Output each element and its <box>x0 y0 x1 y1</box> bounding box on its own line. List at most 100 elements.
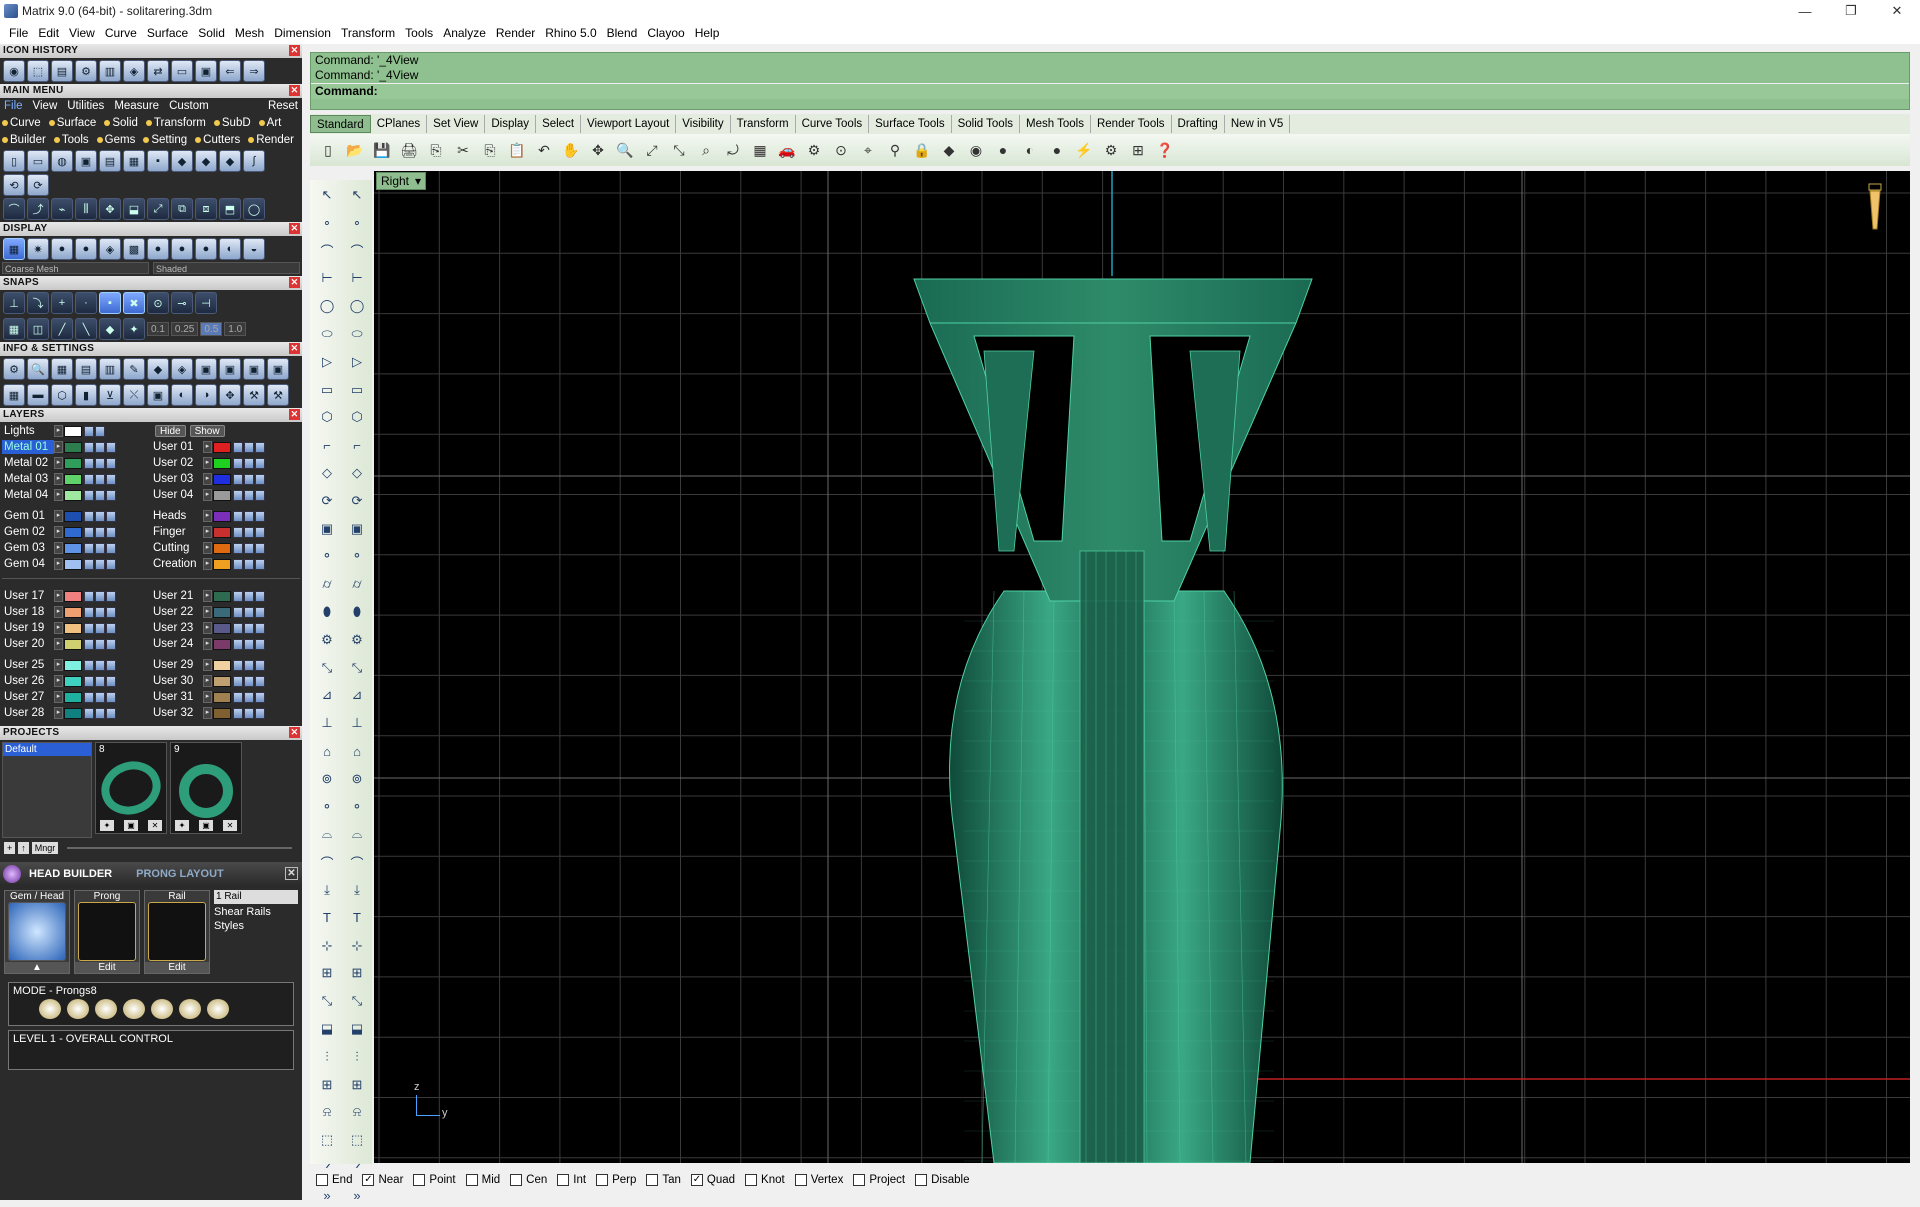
toolbar-tool-icon[interactable]: ⌕ <box>694 138 718 162</box>
osnap-int[interactable]: Int <box>557 1174 586 1186</box>
prong-cell[interactable]: Prong Edit <box>74 890 140 974</box>
tool-icon[interactable]: ⬡ <box>51 384 73 406</box>
layer-name[interactable]: User 01 <box>151 440 203 454</box>
layer-visibility-icon[interactable] <box>244 489 254 501</box>
layer-lock-icon[interactable] <box>233 510 243 522</box>
layer-visibility-icon[interactable] <box>95 441 105 453</box>
layer-select-icon[interactable] <box>106 590 116 602</box>
tool-icon[interactable]: ▣ <box>195 60 217 82</box>
layer-expand-icon[interactable]: ▸ <box>54 622 63 634</box>
layer-item[interactable]: User 25 ▸ <box>2 658 151 672</box>
tool-icon[interactable]: ● <box>195 238 217 260</box>
toolbar-tool-icon[interactable]: ▯ <box>316 138 340 162</box>
vertical-tool-icon[interactable]: ⌂ <box>316 740 338 762</box>
prong-layout-tab[interactable]: PRONG LAYOUT <box>136 868 224 880</box>
layer-color-swatch[interactable] <box>213 441 231 453</box>
layer-select-icon[interactable] <box>106 457 116 469</box>
menu-mesh[interactable]: Mesh <box>230 26 269 40</box>
tool-icon[interactable]: ◈ <box>99 238 121 260</box>
thumb-save-icon[interactable]: ▣ <box>199 820 213 831</box>
layer-visibility-icon[interactable] <box>95 691 105 703</box>
layer-visibility-icon[interactable] <box>244 606 254 618</box>
layer-select-icon[interactable] <box>255 510 265 522</box>
tool-icon[interactable]: ● <box>51 238 73 260</box>
project-default[interactable]: Default <box>3 743 91 756</box>
main-menu-item-solid[interactable]: Solid <box>104 117 138 129</box>
layer-lock-icon[interactable] <box>84 526 94 538</box>
layer-color-swatch[interactable] <box>64 622 82 634</box>
vertical-tool-icon[interactable]: ⬡ <box>316 406 338 428</box>
vertical-tool-icon[interactable]: ▣ <box>346 518 368 540</box>
vertical-tool-icon[interactable]: ⬚ <box>346 1129 368 1151</box>
vertical-tool-icon[interactable]: ⊥ <box>316 712 338 734</box>
layer-expand-icon[interactable]: ▸ <box>54 510 63 522</box>
layer-name[interactable]: User 24 <box>151 637 203 651</box>
main-menu-tab-custom[interactable]: Custom <box>169 100 209 112</box>
layer-expand-icon[interactable]: ▸ <box>203 659 212 671</box>
tool-icon[interactable]: ◯ <box>243 198 265 220</box>
layer-expand-icon[interactable]: ▸ <box>54 638 63 650</box>
layer-item[interactable]: User 26 ▸ <box>2 674 151 688</box>
menu-help[interactable]: Help <box>690 26 725 40</box>
layer-lock-icon[interactable] <box>84 457 94 469</box>
layer-item[interactable]: Gem 02 ▸ <box>2 525 151 539</box>
layer-item[interactable]: User 18 ▸ <box>2 605 151 619</box>
vertical-tool-icon[interactable]: ⊞ <box>346 962 368 984</box>
vertical-tool-icon[interactable]: ∘ <box>316 212 338 234</box>
close-icon[interactable]: ✕ <box>289 277 300 288</box>
layer-select-icon[interactable] <box>106 558 116 570</box>
tool-icon[interactable]: ⧉ <box>171 198 193 220</box>
layer-lock-icon[interactable] <box>84 638 94 650</box>
vertical-tool-icon[interactable]: ◯ <box>316 295 338 317</box>
layer-expand-icon[interactable]: ▸ <box>203 526 212 538</box>
layer-color-swatch[interactable] <box>213 638 231 650</box>
layer-expand-icon[interactable]: ▸ <box>203 691 212 703</box>
tool-icon[interactable]: ╲ <box>75 318 97 340</box>
vertical-tool-icon[interactable]: ▭ <box>316 379 338 401</box>
vertical-tool-icon[interactable]: T <box>346 907 368 929</box>
snap-value-0.1[interactable]: 0.1 <box>147 322 169 336</box>
tool-icon[interactable]: ▤ <box>51 60 73 82</box>
maximize-button[interactable]: ❐ <box>1828 0 1874 22</box>
tool-icon[interactable]: ▣ <box>243 358 265 380</box>
main-menu-tab-view[interactable]: View <box>33 100 58 112</box>
toolbar-tool-icon[interactable]: ⚡ <box>1072 138 1096 162</box>
layer-name[interactable]: User 29 <box>151 658 203 672</box>
tool-icon[interactable]: ⚒ <box>267 384 289 406</box>
layer-expand-icon[interactable]: ▸ <box>54 457 63 469</box>
thumb-delete-icon[interactable]: ✕ <box>223 820 237 831</box>
tool-icon[interactable]: ⤢ <box>147 198 169 220</box>
layer-lock-icon[interactable] <box>84 606 94 618</box>
layer-select-icon[interactable] <box>106 638 116 650</box>
layer-item[interactable]: Gem 01 ▸ <box>2 509 151 523</box>
close-icon[interactable]: ✕ <box>289 223 300 234</box>
tool-icon[interactable]: ⤬ <box>123 384 145 406</box>
layer-color-swatch[interactable] <box>213 473 231 485</box>
toolbar-tool-icon[interactable]: 🖨 <box>397 138 421 162</box>
tool-icon[interactable]: ⊥ <box>3 292 25 314</box>
vertical-tool-icon[interactable]: ◇ <box>346 462 368 484</box>
layer-color-swatch[interactable] <box>213 691 231 703</box>
hide-layers-button[interactable]: Hide <box>155 425 186 437</box>
rail-cell[interactable]: Rail Edit <box>144 890 210 974</box>
layer-lock-icon[interactable] <box>233 606 243 618</box>
layer-lock-icon[interactable] <box>233 457 243 469</box>
layer-item[interactable]: Gem 04 ▸ <box>2 557 151 571</box>
layer-expand-icon[interactable]: ▸ <box>203 558 212 570</box>
layer-color-swatch[interactable] <box>64 590 82 602</box>
tool-icon[interactable]: ▭ <box>27 150 49 172</box>
layer-name[interactable]: User 18 <box>2 605 54 619</box>
layer-color-swatch[interactable] <box>64 542 82 554</box>
toolbar-tool-icon[interactable]: ⤡ <box>667 138 691 162</box>
vertical-tool-icon[interactable]: ⤡ <box>346 990 368 1012</box>
layer-color-swatch[interactable] <box>213 510 231 522</box>
checkbox[interactable]: ✓ <box>362 1174 375 1186</box>
toolbar-tool-icon[interactable]: ● <box>991 138 1015 162</box>
layer-expand-icon[interactable]: ▸ <box>203 707 212 719</box>
tool-icon[interactable]: ◈ <box>123 60 145 82</box>
layer-color-swatch[interactable] <box>213 622 231 634</box>
close-icon[interactable]: ✕ <box>285 867 298 880</box>
tool-icon[interactable]: ▣ <box>147 384 169 406</box>
osnap-perp[interactable]: Perp <box>596 1174 636 1186</box>
menu-transform[interactable]: Transform <box>336 26 400 40</box>
